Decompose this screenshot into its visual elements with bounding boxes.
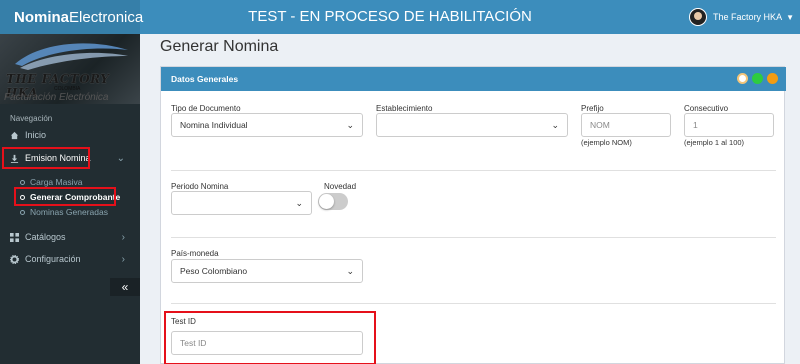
top-navbar: NominaElectronica TEST - EN PROCESO DE H… <box>0 0 800 34</box>
brand-logo[interactable]: NominaElectronica <box>0 0 144 34</box>
page-title: Generar Nomina <box>160 38 279 55</box>
input-placeholder: Test ID <box>180 338 207 348</box>
consecutivo-help: (ejemplo 1 al 100) <box>684 138 745 147</box>
nav-header: Navegación <box>10 114 53 123</box>
select-value: Nomina Individual <box>180 120 248 130</box>
sidebar-collapse-button[interactable]: « <box>110 278 140 296</box>
periodo-nomina-label: Periodo Nomina <box>171 182 229 191</box>
circle-icon <box>20 179 25 185</box>
prefijo-help: (ejemplo NOM) <box>581 138 632 147</box>
company-logo: THE FACTORY HKA COLOMBIA Facturación Ele… <box>0 34 140 104</box>
chevron-right-icon: › <box>121 253 125 265</box>
panel-title: Datos Generales <box>171 74 239 84</box>
divider <box>171 237 776 238</box>
avatar <box>689 8 708 26</box>
sidebar-item-label: Configuración <box>25 254 81 264</box>
establecimiento-select[interactable]: ⌄ <box>376 113 568 137</box>
logo-swoosh-icon <box>15 43 128 70</box>
subitem-generar-comprobante[interactable]: Generar Comprobante <box>14 187 120 206</box>
pais-moneda-label: País-moneda <box>171 249 219 258</box>
panel-header: Datos Generales <box>161 67 786 91</box>
refresh-icon[interactable] <box>752 73 763 84</box>
chevron-down-icon: ⌄ <box>551 120 559 130</box>
brand-name: NominaElectronica <box>14 8 144 26</box>
sidebar-item-catalogos[interactable]: Catálogos › <box>0 227 140 247</box>
novedad-toggle[interactable] <box>318 193 348 210</box>
highlight-box <box>2 147 90 169</box>
subitem-label: Carga Masiva <box>30 177 83 187</box>
minimize-icon[interactable] <box>767 73 778 84</box>
chevron-down-icon: ⌄ <box>346 266 354 276</box>
datos-generales-panel: Datos Generales Tipo de Documento Nomina… <box>160 66 786 364</box>
sidebar-item-emision-nomina[interactable]: Emision Nomina ⌄ <box>0 147 140 169</box>
subitem-carga-masiva[interactable]: Carga Masiva <box>20 177 82 187</box>
consecutivo-label: Consecutivo <box>684 104 729 113</box>
user-name: The Factory HKA <box>713 12 783 22</box>
chevron-down-icon: ⌄ <box>346 120 354 130</box>
home-icon <box>10 131 19 139</box>
tipo-documento-select[interactable]: Nomina Individual ⌄ <box>171 113 363 137</box>
sidebar: THE FACTORY HKA COLOMBIA Facturación Ele… <box>0 34 140 364</box>
sidebar-item-label: Catálogos <box>25 232 66 242</box>
test-id-label: Test ID <box>171 317 196 326</box>
chevron-down-icon: ⌄ <box>295 198 303 208</box>
subitem-nominas-generadas[interactable]: Nominas Generadas <box>20 207 108 217</box>
test-id-input[interactable]: Test ID <box>171 331 363 355</box>
gear-icon <box>10 254 19 264</box>
sidebar-item-configuracion[interactable]: Configuración › <box>0 249 140 269</box>
tipo-documento-label: Tipo de Documento <box>171 104 241 113</box>
novedad-label: Novedad <box>324 182 357 191</box>
input-placeholder: NOM <box>590 120 610 130</box>
divider <box>171 170 776 171</box>
subitem-label: Nominas Generadas <box>30 207 108 217</box>
chevron-right-icon: › <box>121 231 125 243</box>
caret-down-icon: ▼ <box>786 12 794 22</box>
highlight-box <box>14 187 116 206</box>
chevron-down-icon: ⌄ <box>116 152 125 164</box>
prefijo-input[interactable]: NOM <box>581 113 671 137</box>
periodo-nomina-select[interactable]: ⌄ <box>171 191 312 215</box>
sidebar-item-label: Inicio <box>25 130 47 140</box>
pais-moneda-select[interactable]: Peso Colombiano ⌄ <box>171 259 363 283</box>
environment-title: TEST - EN PROCESO DE HABILITACIÓN <box>248 8 532 25</box>
user-menu[interactable]: The Factory HKA ▼ <box>689 0 794 34</box>
logo-tagline: Facturación Electrónica <box>4 92 109 103</box>
circle-icon <box>20 209 25 215</box>
help-icon[interactable] <box>737 73 748 84</box>
sidebar-item-inicio[interactable]: Inicio <box>0 125 140 145</box>
grid-icon <box>10 232 19 242</box>
input-placeholder: 1 <box>693 120 698 130</box>
prefijo-label: Prefijo <box>581 104 604 113</box>
select-value: Peso Colombiano <box>180 266 248 276</box>
establecimiento-label: Establecimiento <box>376 104 433 113</box>
consecutivo-input[interactable]: 1 <box>684 113 774 137</box>
panel-tools <box>737 73 778 84</box>
divider <box>171 303 776 304</box>
